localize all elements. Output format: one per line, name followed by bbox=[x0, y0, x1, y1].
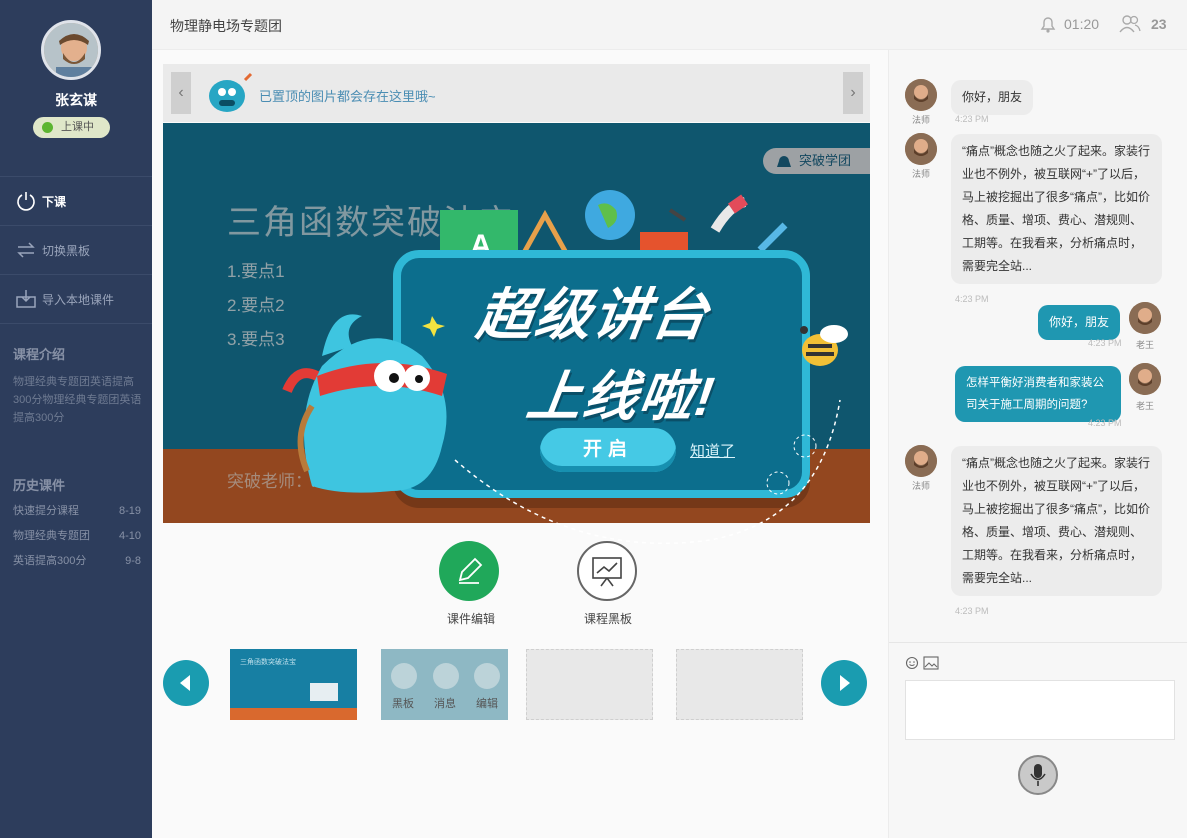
chat-bubble: “痛点”概念也随之火了起来。家装行业也不例外，被互联网“+”了以后，马上被挖掘出… bbox=[951, 134, 1162, 284]
chat-input[interactable] bbox=[905, 680, 1175, 740]
chat-sender: 法师 bbox=[911, 169, 930, 179]
chat-sender: 法师 bbox=[911, 481, 930, 491]
switch-icon bbox=[15, 239, 37, 261]
thumb-action-label: 编辑 bbox=[476, 698, 498, 710]
pin-prev-button[interactable]: ‹ bbox=[171, 72, 191, 114]
pin-next-button[interactable]: › bbox=[843, 72, 863, 114]
message-icon[interactable] bbox=[433, 663, 459, 689]
pencil-icon bbox=[458, 557, 483, 584]
intro-text: 物理经典专题团英语提高300分物理经典专题团英语提高300分 bbox=[13, 376, 142, 424]
course-blackboard-button[interactable] bbox=[577, 541, 637, 601]
menu-item-switch-board[interactable]: 切换黑板 bbox=[0, 225, 152, 274]
triangle-left-icon bbox=[180, 675, 190, 691]
status-dot-icon bbox=[42, 122, 53, 133]
intro-title: 课程介绍 bbox=[13, 347, 66, 362]
chat-sender: 老王 bbox=[1135, 340, 1154, 350]
sidebar-menu: 下课 切换黑板 导入本地课件 bbox=[0, 176, 152, 324]
chat-avatar[interactable] bbox=[905, 133, 937, 165]
header: 物理静电场专题团 01:20 23 bbox=[152, 0, 1187, 50]
chat-avatar[interactable] bbox=[905, 79, 937, 111]
pinned-hint: 已置顶的图片都会存在这里哦~ bbox=[259, 89, 436, 104]
slide-thumbnail-active[interactable]: 黑板 消息 编辑 bbox=[381, 649, 508, 720]
import-icon bbox=[15, 288, 37, 310]
emoji-icon[interactable] bbox=[905, 656, 919, 670]
share-icon[interactable] bbox=[391, 663, 417, 689]
chat-time: 4:23 PM bbox=[955, 606, 989, 616]
thumb-next-button[interactable] bbox=[821, 660, 867, 706]
sidebar: 张玄谋 上课中 下课 切换黑板 导入本地课件 课程介绍 物理经典专题团英语提高3… bbox=[0, 0, 152, 838]
chat-time: 4:23 PM bbox=[955, 114, 989, 124]
chat-bubble: 你好，朋友 bbox=[951, 80, 1034, 115]
empty-slide-slot[interactable] bbox=[526, 649, 653, 720]
monster-mascot-icon bbox=[203, 70, 253, 116]
presentation-icon bbox=[592, 557, 622, 587]
status-badge: 上课中 bbox=[33, 117, 110, 138]
course-blackboard-label: 课程黑板 bbox=[583, 612, 632, 626]
menu-item-label: 下课 bbox=[42, 194, 67, 209]
bell-icon[interactable] bbox=[1038, 14, 1058, 34]
chat-bubble: “痛点”概念也随之火了起来。家装行业也不例外，被互联网“+”了以后，马上被挖掘出… bbox=[951, 446, 1162, 596]
menu-item-label: 导入本地课件 bbox=[42, 292, 115, 307]
menu-item-end-class[interactable]: 下课 bbox=[0, 176, 152, 225]
chat-bubble-mine: 怎样平衡好消费者和家装公司关于施工周期的问题? bbox=[955, 366, 1121, 422]
history-item[interactable]: 物理经典专题团 4-10 bbox=[13, 527, 141, 552]
chat-sender: 法师 bbox=[911, 115, 930, 125]
history-item-name: 快速提分课程 bbox=[13, 505, 79, 517]
triangle-right-icon bbox=[840, 675, 850, 691]
menu-item-import[interactable]: 导入本地课件 bbox=[0, 274, 152, 323]
chat-time: 4:23 PM bbox=[955, 294, 989, 304]
thumb-action-label: 消息 bbox=[434, 698, 456, 710]
open-button[interactable]: 开启 bbox=[540, 428, 676, 472]
chat-panel: 法师 你好，朋友 4:23 PM 法师 “痛点”概念也随之火了起来。家装行业也不… bbox=[888, 50, 1187, 838]
thumbnail-band bbox=[230, 708, 357, 720]
edit-icon[interactable] bbox=[474, 663, 500, 689]
user-name: 张玄谋 bbox=[55, 92, 97, 108]
got-it-link[interactable]: 知道了 bbox=[690, 440, 735, 461]
pinned-images-bar: ‹ 已置顶的图片都会存在这里哦~ › bbox=[163, 64, 870, 122]
thumb-action-label: 黑板 bbox=[392, 698, 414, 710]
page-title: 物理静电场专题团 bbox=[170, 18, 282, 34]
ninja-mascot-illustration bbox=[282, 314, 447, 493]
chat-avatar[interactable] bbox=[905, 445, 937, 477]
chat-divider bbox=[889, 642, 1187, 643]
courseware-edit-button[interactable] bbox=[439, 541, 499, 601]
thumbnail-image bbox=[310, 683, 338, 701]
chat-avatar[interactable] bbox=[1129, 302, 1161, 334]
history-item-date: 8-19 bbox=[118, 505, 141, 517]
history-item-date: 9-8 bbox=[125, 555, 141, 567]
class-timer: 01:20 bbox=[1064, 16, 1100, 32]
history-item-name: 物理经典专题团 bbox=[13, 530, 90, 542]
chat-avatar[interactable] bbox=[1129, 363, 1161, 395]
thumbnail-title: 三角函数突破法宝 bbox=[240, 659, 296, 666]
bee-icon bbox=[800, 325, 848, 366]
menu-item-label: 切换黑板 bbox=[42, 243, 91, 258]
history-item-name: 英语提高300分 bbox=[13, 555, 87, 567]
power-icon bbox=[15, 190, 37, 212]
history-title: 历史课件 bbox=[13, 478, 66, 493]
chat-bubble-mine: 你好，朋友 bbox=[1038, 305, 1121, 340]
history-list: 快速提分课程 8-19 物理经典专题团 4-10 英语提高300分 9-8 bbox=[13, 502, 141, 577]
chat-time: 4:23 PM bbox=[1088, 418, 1122, 428]
people-icon[interactable] bbox=[1118, 14, 1142, 34]
image-icon[interactable] bbox=[923, 656, 939, 670]
participant-count: 23 bbox=[1151, 16, 1167, 32]
courseware-edit-label: 课件编辑 bbox=[446, 612, 495, 626]
chat-time: 4:23 PM bbox=[1088, 338, 1122, 348]
slide-thumbnail[interactable]: 三角函数突破法宝 bbox=[230, 649, 357, 720]
microphone-icon bbox=[1030, 764, 1046, 786]
history-item-date: 4-10 bbox=[118, 530, 141, 542]
popup-title-line1: 超级讲台 bbox=[473, 283, 714, 346]
thumb-prev-button[interactable] bbox=[163, 660, 209, 706]
chat-sender: 老王 bbox=[1135, 401, 1154, 411]
user-avatar[interactable] bbox=[41, 20, 101, 80]
history-item[interactable]: 快速提分课程 8-19 bbox=[13, 502, 141, 527]
microphone-button[interactable] bbox=[1018, 755, 1058, 795]
empty-slide-slot[interactable] bbox=[676, 649, 803, 720]
history-item[interactable]: 英语提高300分 9-8 bbox=[13, 552, 141, 577]
status-label: 上课中 bbox=[61, 121, 94, 133]
